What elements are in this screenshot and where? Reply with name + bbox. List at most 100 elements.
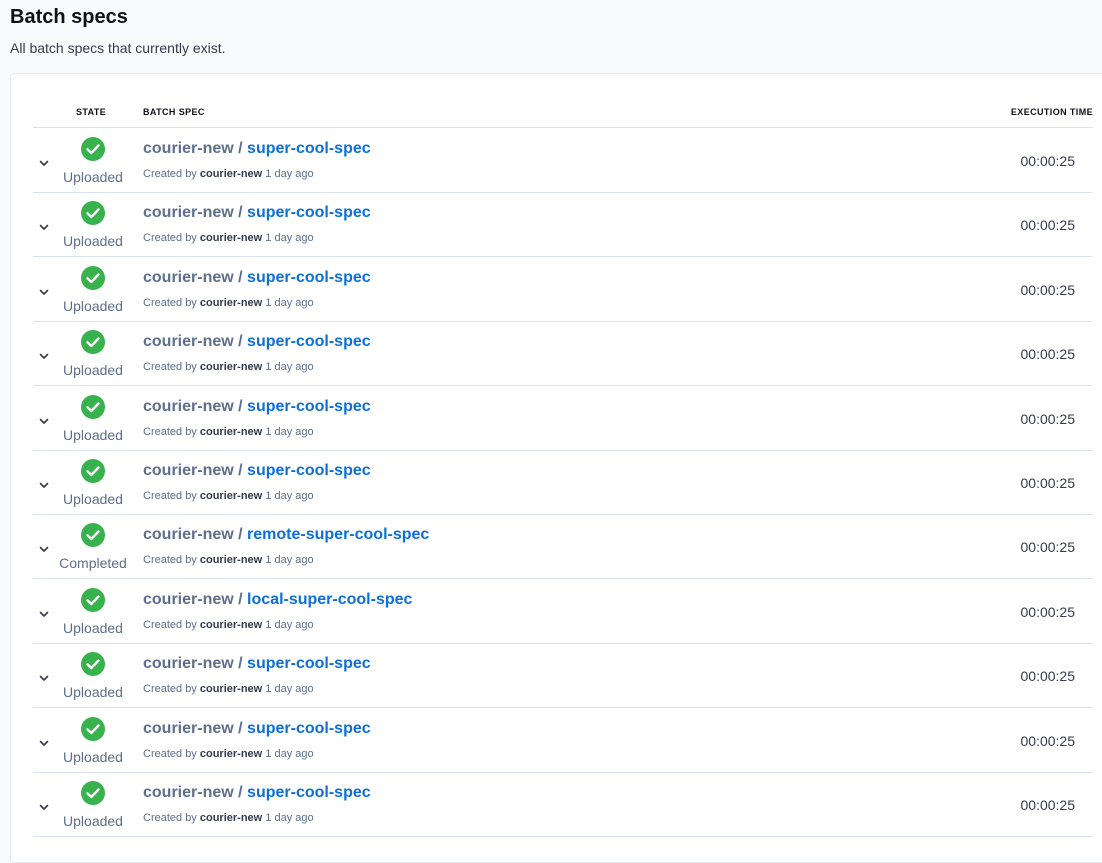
creator-name: courier-new	[199, 618, 263, 631]
chevron-down-icon[interactable]	[37, 285, 51, 299]
batch-spec-link[interactable]: remote-super-cool-spec	[247, 526, 429, 543]
batch-spec-title: courier-new / super-cool-spec	[143, 398, 371, 416]
namespace-label: courier-new	[143, 784, 234, 801]
table-row: Uploaded courier-new / super-cool-spec C…	[33, 450, 1093, 515]
batch-spec-title: courier-new / local-super-cool-spec	[143, 591, 412, 609]
separator: /	[238, 397, 243, 415]
check-circle-icon	[81, 781, 105, 805]
state-label: Uploaded	[63, 684, 123, 701]
namespace-label: courier-new	[143, 268, 234, 286]
check-circle-icon	[81, 265, 105, 290]
table-row: Uploaded courier-new / super-cool-spec C…	[33, 772, 1093, 837]
chevron-down-icon[interactable]	[37, 800, 51, 814]
state-label: Uploaded	[63, 426, 123, 443]
check-circle-icon	[81, 459, 105, 483]
execution-time: 00:00:25	[1020, 281, 1076, 298]
check-circle-icon	[81, 137, 105, 161]
batch-spec-title: courier-new / super-cool-spec	[143, 204, 371, 222]
execution-time: 00:00:25	[1020, 217, 1076, 234]
state-label: Completed	[59, 555, 127, 572]
batch-spec-title: courier-new / super-cool-spec	[143, 655, 371, 673]
execution-time: 00:00:25	[1020, 475, 1076, 491]
batch-spec-title: courier-new / remote-super-cool-spec	[143, 526, 429, 544]
created-ago: 1 day ago	[265, 168, 314, 180]
check-circle-icon	[81, 201, 105, 226]
chevron-down-icon[interactable]	[37, 349, 51, 363]
check-circle-icon	[81, 716, 105, 741]
created-prefix: Created by	[143, 812, 197, 824]
namespace-label: courier-new	[143, 590, 234, 608]
header-state: STATE	[76, 107, 107, 117]
chevron-down-icon[interactable]	[37, 607, 51, 621]
execution-time: 00:00:25	[1020, 153, 1076, 169]
table-row: Uploaded courier-new / super-cool-spec C…	[33, 708, 1093, 773]
table-row: Uploaded courier-new / super-cool-spec C…	[33, 643, 1093, 709]
created-info: Created by courier-new 1 day ago	[143, 297, 314, 309]
table-row: Uploaded courier-new / local-super-cool-…	[33, 579, 1093, 644]
chevron-down-icon[interactable]	[37, 671, 51, 685]
batch-spec-link[interactable]: super-cool-spec	[247, 720, 371, 737]
separator: /	[238, 784, 243, 801]
namespace-label: courier-new	[143, 140, 234, 157]
created-prefix: Created by	[143, 425, 197, 438]
created-prefix: Created by	[143, 618, 197, 631]
created-ago: 1 day ago	[265, 296, 314, 309]
execution-time: 00:00:25	[1020, 603, 1076, 620]
creator-name: courier-new	[199, 361, 263, 374]
separator: /	[238, 333, 243, 351]
chevron-down-icon[interactable]	[37, 220, 51, 234]
check-circle-icon	[81, 394, 105, 419]
created-ago: 1 day ago	[265, 361, 314, 374]
creator-name: courier-new	[199, 683, 263, 696]
created-ago: 1 day ago	[265, 232, 314, 245]
created-ago: 1 day ago	[265, 425, 314, 438]
state-label: Uploaded	[63, 362, 123, 379]
batch-spec-link[interactable]: super-cool-spec	[247, 462, 371, 479]
batch-spec-link[interactable]: super-cool-spec	[247, 204, 371, 221]
batch-spec-link[interactable]: super-cool-spec	[247, 333, 371, 350]
chevron-down-icon[interactable]	[37, 414, 51, 428]
check-circle-icon	[81, 652, 105, 677]
created-info: Created by courier-new 1 day ago	[143, 168, 314, 180]
check-circle-icon	[81, 587, 105, 612]
batch-spec-link[interactable]: super-cool-spec	[247, 784, 371, 801]
batch-spec-title: courier-new / super-cool-spec	[143, 333, 371, 351]
created-prefix: Created by	[143, 490, 197, 502]
execution-time: 00:00:25	[1020, 539, 1076, 556]
chevron-down-icon[interactable]	[37, 156, 51, 170]
table-row: Uploaded courier-new / super-cool-spec C…	[33, 257, 1093, 322]
created-ago: 1 day ago	[265, 554, 314, 567]
namespace-label: courier-new	[143, 397, 234, 415]
separator: /	[238, 204, 243, 222]
batch-spec-link[interactable]: super-cool-spec	[247, 655, 371, 672]
separator: /	[238, 140, 243, 157]
created-ago: 1 day ago	[265, 618, 314, 631]
chevron-down-icon[interactable]	[37, 542, 51, 556]
state-label: Uploaded	[63, 748, 123, 765]
separator: /	[238, 590, 243, 608]
batch-spec-link[interactable]: super-cool-spec	[247, 140, 371, 157]
execution-time: 00:00:25	[1020, 732, 1076, 749]
check-circle-icon	[81, 330, 105, 355]
created-ago: 1 day ago	[265, 683, 314, 696]
separator: /	[238, 268, 243, 286]
chevron-down-icon[interactable]	[37, 736, 51, 750]
execution-time: 00:00:25	[1020, 346, 1076, 363]
batch-spec-link[interactable]: super-cool-spec	[247, 269, 371, 286]
page-subtitle: All batch specs that currently exist.	[10, 40, 226, 56]
page-title: Batch specs	[10, 6, 128, 28]
created-info: Created by courier-new 1 day ago	[143, 683, 314, 695]
chevron-down-icon[interactable]	[37, 478, 51, 492]
created-info: Created by courier-new 1 day ago	[143, 748, 314, 760]
state-label: Uploaded	[63, 297, 123, 314]
batch-spec-title: courier-new / super-cool-spec	[143, 269, 371, 287]
execution-time: 00:00:25	[1020, 410, 1076, 427]
batch-spec-link[interactable]: super-cool-spec	[247, 398, 371, 415]
table-row: Uploaded courier-new / super-cool-spec C…	[33, 386, 1093, 451]
creator-name: courier-new	[199, 554, 263, 567]
created-info: Created by courier-new 1 day ago	[143, 812, 314, 824]
namespace-label: courier-new	[143, 719, 234, 737]
batch-spec-link[interactable]: local-super-cool-spec	[247, 591, 412, 608]
created-prefix: Created by	[143, 296, 197, 309]
namespace-label: courier-new	[143, 462, 234, 479]
